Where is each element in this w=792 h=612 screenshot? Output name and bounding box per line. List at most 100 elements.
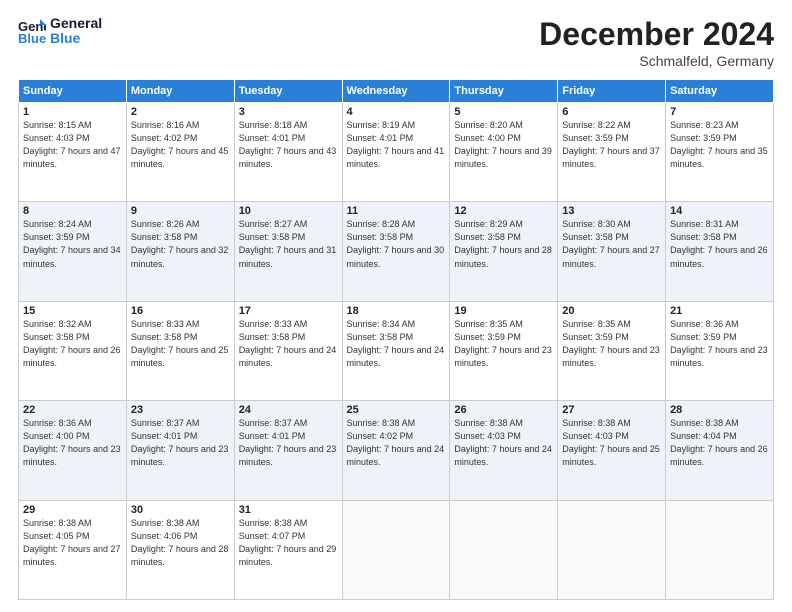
day-detail: Sunrise: 8:32 AMSunset: 3:58 PMDaylight:… [23, 318, 122, 370]
sunrise-text: Sunrise: 8:32 AM [23, 318, 122, 331]
day-detail: Sunrise: 8:34 AMSunset: 3:58 PMDaylight:… [347, 318, 446, 370]
calendar-cell [558, 500, 666, 599]
daylight-text: Daylight: 7 hours and 23 minutes. [562, 344, 661, 370]
calendar-cell [450, 500, 558, 599]
calendar-cell: 22Sunrise: 8:36 AMSunset: 4:00 PMDayligh… [19, 401, 127, 500]
day-number: 17 [239, 305, 338, 317]
sunrise-text: Sunrise: 8:26 AM [131, 218, 230, 231]
calendar-cell [342, 500, 450, 599]
daylight-text: Daylight: 7 hours and 27 minutes. [562, 244, 661, 270]
daylight-text: Daylight: 7 hours and 30 minutes. [347, 244, 446, 270]
daylight-text: Daylight: 7 hours and 25 minutes. [562, 443, 661, 469]
day-number: 16 [131, 305, 230, 317]
calendar-cell: 3Sunrise: 8:18 AMSunset: 4:01 PMDaylight… [234, 103, 342, 202]
daylight-text: Daylight: 7 hours and 23 minutes. [670, 344, 769, 370]
day-number: 20 [562, 305, 661, 317]
day-number: 18 [347, 305, 446, 317]
day-number: 14 [670, 205, 769, 217]
daylight-text: Daylight: 7 hours and 24 minutes. [347, 443, 446, 469]
daylight-text: Daylight: 7 hours and 23 minutes. [239, 443, 338, 469]
sunrise-text: Sunrise: 8:38 AM [131, 517, 230, 530]
day-detail: Sunrise: 8:35 AMSunset: 3:59 PMDaylight:… [454, 318, 553, 370]
day-detail: Sunrise: 8:29 AMSunset: 3:58 PMDaylight:… [454, 218, 553, 270]
logo-icon: General Blue [18, 17, 46, 45]
sunset-text: Sunset: 4:03 PM [23, 132, 122, 145]
weekday-header-thursday: Thursday [450, 80, 558, 103]
sunset-text: Sunset: 3:58 PM [239, 331, 338, 344]
title-area: December 2024 Schmalfeld, Germany [539, 16, 774, 69]
logo-general: General [50, 16, 102, 31]
day-number: 4 [347, 106, 446, 118]
day-number: 28 [670, 404, 769, 416]
day-number: 6 [562, 106, 661, 118]
sunset-text: Sunset: 4:03 PM [562, 430, 661, 443]
weekday-header-wednesday: Wednesday [342, 80, 450, 103]
day-detail: Sunrise: 8:15 AMSunset: 4:03 PMDaylight:… [23, 119, 122, 171]
day-detail: Sunrise: 8:38 AMSunset: 4:05 PMDaylight:… [23, 517, 122, 569]
day-detail: Sunrise: 8:38 AMSunset: 4:07 PMDaylight:… [239, 517, 338, 569]
sunset-text: Sunset: 3:58 PM [131, 231, 230, 244]
daylight-text: Daylight: 7 hours and 24 minutes. [239, 344, 338, 370]
sunset-text: Sunset: 4:03 PM [454, 430, 553, 443]
sunrise-text: Sunrise: 8:34 AM [347, 318, 446, 331]
sunrise-text: Sunrise: 8:38 AM [562, 417, 661, 430]
sunrise-text: Sunrise: 8:38 AM [670, 417, 769, 430]
daylight-text: Daylight: 7 hours and 35 minutes. [670, 145, 769, 171]
day-detail: Sunrise: 8:33 AMSunset: 3:58 PMDaylight:… [239, 318, 338, 370]
sunrise-text: Sunrise: 8:20 AM [454, 119, 553, 132]
sunrise-text: Sunrise: 8:16 AM [131, 119, 230, 132]
sunset-text: Sunset: 3:59 PM [562, 132, 661, 145]
calendar-cell: 14Sunrise: 8:31 AMSunset: 3:58 PMDayligh… [666, 202, 774, 301]
day-number: 26 [454, 404, 553, 416]
day-number: 1 [23, 106, 122, 118]
daylight-text: Daylight: 7 hours and 47 minutes. [23, 145, 122, 171]
sunset-text: Sunset: 3:59 PM [454, 331, 553, 344]
day-detail: Sunrise: 8:31 AMSunset: 3:58 PMDaylight:… [670, 218, 769, 270]
weekday-header-sunday: Sunday [19, 80, 127, 103]
calendar-cell: 18Sunrise: 8:34 AMSunset: 3:58 PMDayligh… [342, 301, 450, 400]
sunrise-text: Sunrise: 8:27 AM [239, 218, 338, 231]
daylight-text: Daylight: 7 hours and 43 minutes. [239, 145, 338, 171]
day-detail: Sunrise: 8:33 AMSunset: 3:58 PMDaylight:… [131, 318, 230, 370]
sunset-text: Sunset: 3:58 PM [454, 231, 553, 244]
calendar-cell: 17Sunrise: 8:33 AMSunset: 3:58 PMDayligh… [234, 301, 342, 400]
calendar-cell: 15Sunrise: 8:32 AMSunset: 3:58 PMDayligh… [19, 301, 127, 400]
sunset-text: Sunset: 4:01 PM [239, 132, 338, 145]
day-number: 24 [239, 404, 338, 416]
weekday-header-tuesday: Tuesday [234, 80, 342, 103]
calendar-cell: 31Sunrise: 8:38 AMSunset: 4:07 PMDayligh… [234, 500, 342, 599]
day-detail: Sunrise: 8:36 AMSunset: 3:59 PMDaylight:… [670, 318, 769, 370]
calendar-cell: 1Sunrise: 8:15 AMSunset: 4:03 PMDaylight… [19, 103, 127, 202]
daylight-text: Daylight: 7 hours and 24 minutes. [347, 344, 446, 370]
weekday-header-monday: Monday [126, 80, 234, 103]
month-title: December 2024 [539, 16, 774, 53]
calendar-cell: 25Sunrise: 8:38 AMSunset: 4:02 PMDayligh… [342, 401, 450, 500]
daylight-text: Daylight: 7 hours and 28 minutes. [454, 244, 553, 270]
calendar-cell: 6Sunrise: 8:22 AMSunset: 3:59 PMDaylight… [558, 103, 666, 202]
day-detail: Sunrise: 8:20 AMSunset: 4:00 PMDaylight:… [454, 119, 553, 171]
sunset-text: Sunset: 4:02 PM [347, 430, 446, 443]
sunrise-text: Sunrise: 8:38 AM [347, 417, 446, 430]
day-number: 25 [347, 404, 446, 416]
calendar-cell: 23Sunrise: 8:37 AMSunset: 4:01 PMDayligh… [126, 401, 234, 500]
sunrise-text: Sunrise: 8:18 AM [239, 119, 338, 132]
day-detail: Sunrise: 8:23 AMSunset: 3:59 PMDaylight:… [670, 119, 769, 171]
daylight-text: Daylight: 7 hours and 34 minutes. [23, 244, 122, 270]
sunset-text: Sunset: 3:58 PM [670, 231, 769, 244]
daylight-text: Daylight: 7 hours and 26 minutes. [670, 244, 769, 270]
day-number: 13 [562, 205, 661, 217]
sunset-text: Sunset: 3:58 PM [562, 231, 661, 244]
calendar-cell: 26Sunrise: 8:38 AMSunset: 4:03 PMDayligh… [450, 401, 558, 500]
calendar-cell: 21Sunrise: 8:36 AMSunset: 3:59 PMDayligh… [666, 301, 774, 400]
weekday-header-friday: Friday [558, 80, 666, 103]
day-number: 3 [239, 106, 338, 118]
calendar-cell [666, 500, 774, 599]
sunrise-text: Sunrise: 8:37 AM [239, 417, 338, 430]
page: General Blue General Blue December 2024 … [0, 0, 792, 612]
sunset-text: Sunset: 4:01 PM [239, 430, 338, 443]
day-number: 31 [239, 504, 338, 516]
sunset-text: Sunset: 3:59 PM [562, 331, 661, 344]
sunrise-text: Sunrise: 8:31 AM [670, 218, 769, 231]
day-number: 9 [131, 205, 230, 217]
sunrise-text: Sunrise: 8:30 AM [562, 218, 661, 231]
